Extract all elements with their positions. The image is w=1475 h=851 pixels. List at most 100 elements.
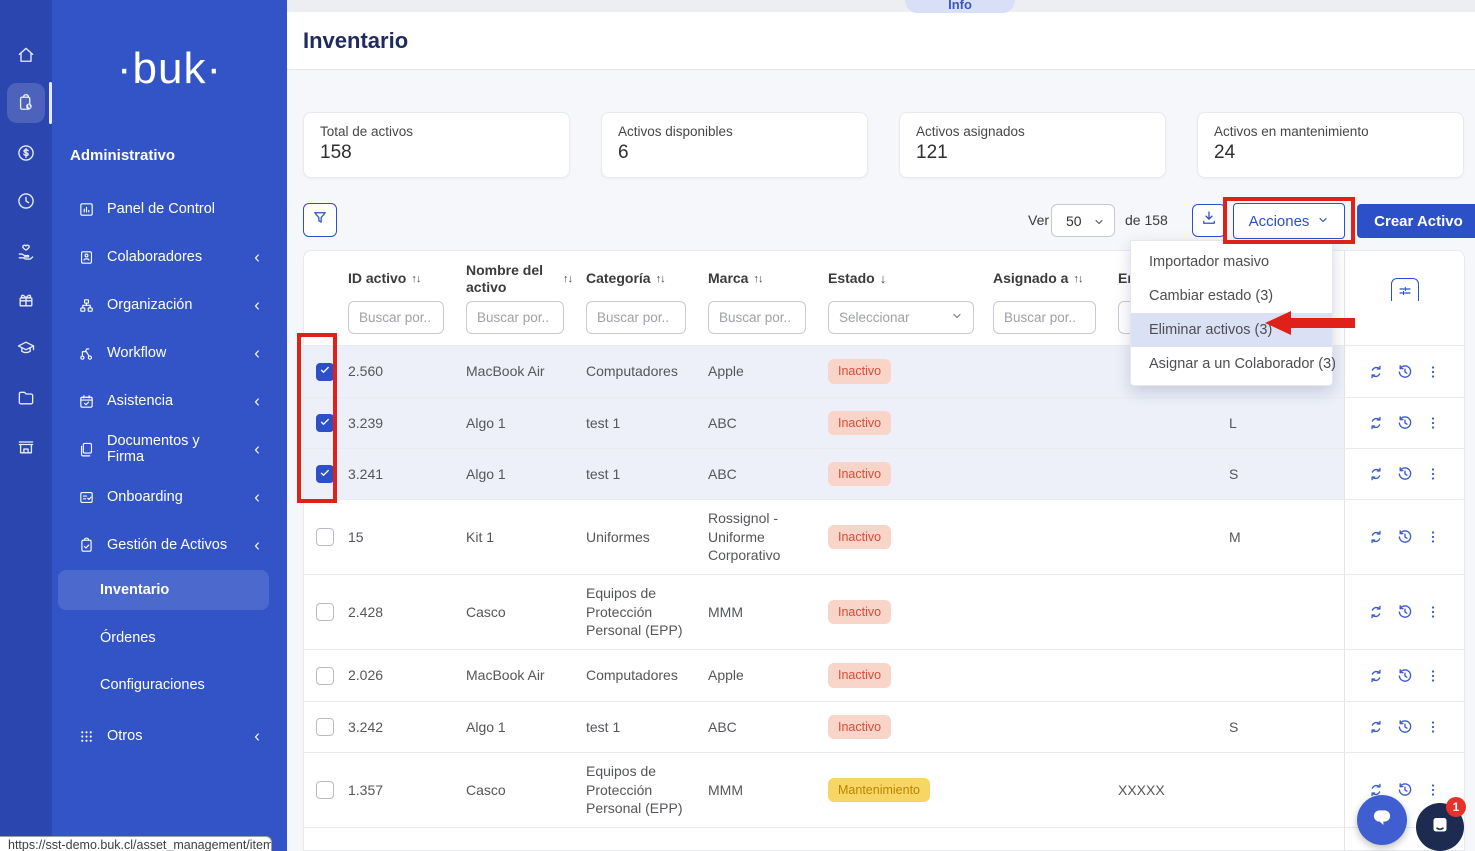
sidebar-item-organizaci-n[interactable]: Organización	[52, 281, 287, 329]
cell-status: Inactivo	[826, 449, 991, 499]
row-checkbox[interactable]	[316, 781, 334, 799]
column-header-estado[interactable]: Estado↓	[826, 251, 991, 306]
history-icon[interactable]	[1396, 528, 1414, 546]
sidebar-item-label: Panel de Control	[107, 201, 215, 217]
refresh-status-icon[interactable]	[1367, 528, 1385, 546]
sidebar-item-onboarding[interactable]: Onboarding	[52, 473, 287, 521]
filter-input-categoria[interactable]	[586, 301, 686, 334]
filter-input-asignado[interactable]	[993, 301, 1096, 334]
column-header-categor-a[interactable]: Categoría↑↓	[584, 251, 706, 306]
refresh-status-icon[interactable]	[1367, 667, 1385, 685]
download-icon	[1200, 209, 1218, 232]
history-icon[interactable]	[1396, 465, 1414, 483]
more-options-icon[interactable]	[1424, 718, 1442, 736]
sidebar-item-label: Asistencia	[107, 393, 173, 409]
status-badge: Inactivo	[828, 715, 891, 740]
filter-cell-categoria	[584, 301, 706, 345]
sidebar-item-label: Otros	[107, 728, 142, 744]
gift-icon[interactable]	[16, 290, 36, 310]
history-icon[interactable]	[1396, 667, 1414, 685]
home-icon[interactable]	[16, 45, 36, 65]
table-row[interactable]: 2.026MacBook AirComputadoresAppleInactiv…	[304, 649, 1464, 701]
row-checkbox[interactable]	[316, 667, 334, 685]
sidebar-item-workflow[interactable]: Workflow	[52, 329, 287, 377]
filter-input-nombre[interactable]	[466, 301, 564, 334]
column-header-label: ID activo	[348, 270, 406, 286]
table-row[interactable]: 2.428CascoEquipos de Protección Personal…	[304, 574, 1464, 649]
more-options-icon[interactable]	[1424, 781, 1442, 799]
sidebar-item-colaboradores[interactable]: Colaboradores	[52, 233, 287, 281]
table-row[interactable]: 3.239Algo 1test 1ABCInactivoL	[304, 397, 1464, 448]
column-header-asignado-a[interactable]: Asignado a↑↓	[991, 251, 1116, 306]
row-checkbox[interactable]	[316, 718, 334, 736]
menu-item-importador-masivo[interactable]: Importador masivo	[1131, 245, 1332, 279]
table-row[interactable]: 3.242Algo 1test 1ABCInactivoS	[304, 701, 1464, 752]
more-options-icon[interactable]	[1424, 603, 1442, 621]
row-checkbox-checked[interactable]	[316, 465, 334, 483]
more-options-icon[interactable]	[1424, 363, 1442, 381]
clipboard-clock-icon[interactable]	[16, 93, 36, 113]
table-row[interactable]: 1.357CascoEquipos de Protección Personal…	[304, 752, 1464, 827]
sidebar-item-inventario[interactable]: Inventario	[58, 570, 269, 610]
row-checkbox-checked[interactable]	[316, 414, 334, 432]
page-size-select[interactable]: 50	[1051, 204, 1115, 237]
storefront-icon[interactable]	[16, 437, 36, 457]
sidebar-item-panel-de-control[interactable]: Panel de Control	[52, 185, 287, 233]
menu-item-asignar-a-un-colaborador-3-[interactable]: Asignar a un Colaborador (3)	[1131, 347, 1332, 381]
filter-select-estado[interactable]: Seleccionar	[828, 301, 974, 334]
sidebar-section-label: Administrativo	[70, 147, 175, 164]
filter-button[interactable]	[303, 203, 337, 237]
filter-input-id[interactable]	[348, 301, 444, 334]
row-checkbox[interactable]	[316, 603, 334, 621]
acciones-button[interactable]: Acciones	[1233, 203, 1345, 239]
download-button[interactable]	[1192, 204, 1226, 237]
browser-status-url: https://sst-demo.buk.cl/asset_management…	[0, 836, 272, 851]
refresh-status-icon[interactable]	[1367, 718, 1385, 736]
refresh-status-icon[interactable]	[1367, 363, 1385, 381]
status-badge: Inactivo	[828, 525, 891, 550]
column-header-nombre-del-activo[interactable]: Nombre del activo↑↓	[464, 251, 584, 306]
hand-heart-icon[interactable]	[16, 242, 36, 262]
table-row[interactable]: 3.234Algo 1test 1ABCMantenimientoM	[304, 827, 1464, 851]
sidebar-item-asistencia[interactable]: Asistencia	[52, 377, 287, 425]
sidebar-item-configuraciones[interactable]: Configuraciones	[52, 661, 287, 709]
column-header-marca[interactable]: Marca↑↓	[706, 251, 826, 306]
menu-item-eliminar-activos-3-[interactable]: Eliminar activos (3)	[1131, 313, 1332, 347]
more-options-icon[interactable]	[1424, 667, 1442, 685]
sidebar-item-ordenes[interactable]: Órdenes	[52, 614, 287, 662]
refresh-status-icon[interactable]	[1367, 414, 1385, 432]
stat-card: Activos en mantenimiento24	[1197, 112, 1464, 178]
folder-icon[interactable]	[16, 388, 36, 408]
clock-icon[interactable]	[16, 191, 36, 211]
table-row[interactable]: 15Kit 1UniformesRossignol - Uniforme Cor…	[304, 499, 1464, 574]
chat-launcher-button[interactable]	[1357, 795, 1407, 845]
graduation-cap-icon[interactable]	[16, 338, 36, 358]
status-badge: Inactivo	[828, 462, 891, 487]
row-checkbox-cell	[304, 702, 346, 752]
grid-dots-icon	[78, 728, 95, 745]
sidebar-item-label: Organización	[107, 297, 192, 313]
history-icon[interactable]	[1396, 718, 1414, 736]
history-icon[interactable]	[1396, 603, 1414, 621]
more-options-icon[interactable]	[1424, 528, 1442, 546]
more-options-icon[interactable]	[1424, 465, 1442, 483]
menu-item-cambiar-estado-3-[interactable]: Cambiar estado (3)	[1131, 279, 1332, 313]
row-checkbox-checked[interactable]	[316, 363, 334, 381]
sidebar-item-otros[interactable]: Otros	[52, 712, 287, 760]
table-row[interactable]: 3.241Algo 1test 1ABCInactivoS	[304, 448, 1464, 499]
sidebar-item-documentos-y-firma[interactable]: Documentos y Firma	[52, 425, 287, 473]
crear-activo-button[interactable]: Crear Activo	[1357, 204, 1475, 238]
cell-status: Inactivo	[826, 346, 991, 397]
history-icon[interactable]	[1396, 781, 1414, 799]
more-options-icon[interactable]	[1424, 414, 1442, 432]
actions-filter-spacer	[1344, 301, 1464, 345]
column-header-id-activo[interactable]: ID activo↑↓	[346, 251, 464, 306]
sidebar-item-gesti-n-de-activos[interactable]: Gestión de Activos	[52, 521, 287, 569]
row-checkbox[interactable]	[316, 528, 334, 546]
dollar-icon[interactable]	[16, 143, 36, 163]
filter-input-marca[interactable]	[708, 301, 806, 334]
refresh-status-icon[interactable]	[1367, 465, 1385, 483]
history-icon[interactable]	[1396, 414, 1414, 432]
history-icon[interactable]	[1396, 363, 1414, 381]
refresh-status-icon[interactable]	[1367, 603, 1385, 621]
